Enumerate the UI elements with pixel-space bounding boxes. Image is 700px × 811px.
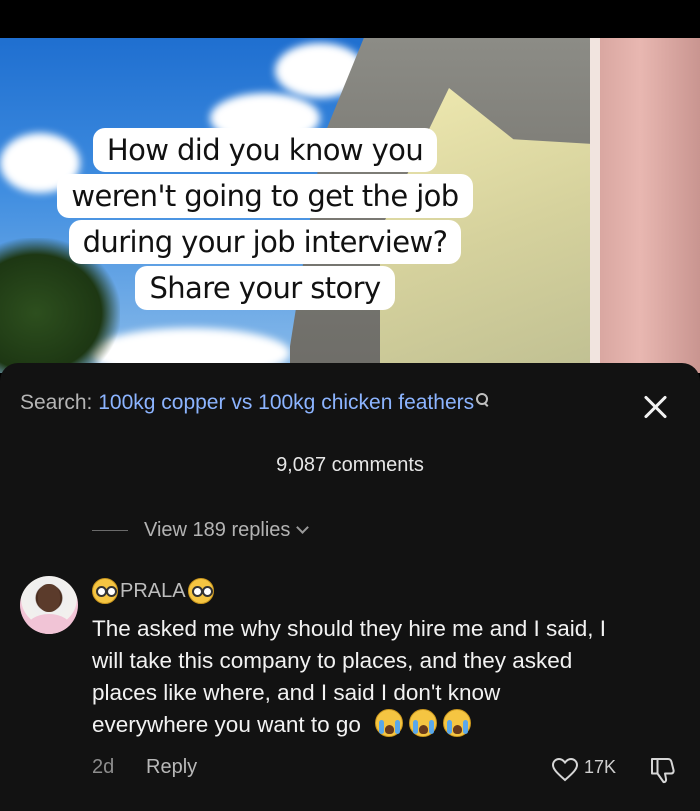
comment-line: places like where, and I said I don't kn… bbox=[92, 680, 501, 705]
avatar[interactable] bbox=[20, 576, 78, 634]
crying-face-emoji-icon bbox=[408, 709, 437, 737]
search-icon bbox=[476, 393, 489, 407]
comments-count: 9,087 comments bbox=[276, 454, 424, 476]
crying-face-emoji-icon bbox=[442, 709, 471, 737]
reply-button[interactable]: Reply bbox=[146, 756, 197, 779]
comment-line: will take this company to places, and th… bbox=[92, 648, 573, 673]
status-bar bbox=[0, 0, 700, 38]
heart-icon[interactable] bbox=[552, 758, 578, 782]
search-suggestion[interactable]: Search: 100kg copper vs 100kg chicken fe… bbox=[20, 391, 489, 415]
like-count: 17K bbox=[584, 757, 617, 777]
video-caption: How did you know you weren't going to ge… bbox=[0, 128, 530, 312]
view-replies-button[interactable]: View 189 replies bbox=[92, 516, 310, 544]
comment-line-last: everywhere you want to go bbox=[92, 709, 682, 741]
comment-line: The asked me why should they hire me and… bbox=[92, 616, 607, 641]
nerd-face-emoji-icon bbox=[187, 578, 214, 604]
comment-line: everywhere you want to go bbox=[92, 712, 361, 737]
search-label: Search: bbox=[20, 391, 93, 414]
view-replies-label: View 189 replies bbox=[144, 518, 291, 541]
comments-sheet: Search: 100kg copper vs 100kg chicken fe… bbox=[0, 363, 700, 811]
avatar-head bbox=[38, 584, 60, 612]
nerd-face-emoji-icon bbox=[92, 578, 118, 604]
comment-age: 2d bbox=[92, 756, 115, 778]
divider bbox=[92, 529, 128, 531]
caption-line: weren't going to get the job bbox=[57, 174, 473, 218]
avatar-body bbox=[26, 614, 72, 634]
thumbs-down-icon[interactable] bbox=[648, 756, 676, 784]
comment-body: The asked me why should they hire me and… bbox=[92, 613, 682, 741]
comment-username[interactable]: PRALA bbox=[92, 578, 214, 604]
caption-line: Share your story bbox=[135, 266, 395, 310]
search-query-link[interactable]: 100kg copper vs 100kg chicken feathers bbox=[98, 391, 474, 414]
username-text: PRALA bbox=[120, 579, 186, 602]
chevron-down-icon bbox=[296, 521, 310, 534]
pink-wall bbox=[600, 38, 700, 373]
caption-line: during your job interview? bbox=[68, 220, 462, 264]
close-icon[interactable] bbox=[642, 393, 670, 421]
caption-line: How did you know you bbox=[92, 128, 438, 172]
crying-face-emoji-icon bbox=[374, 709, 403, 737]
